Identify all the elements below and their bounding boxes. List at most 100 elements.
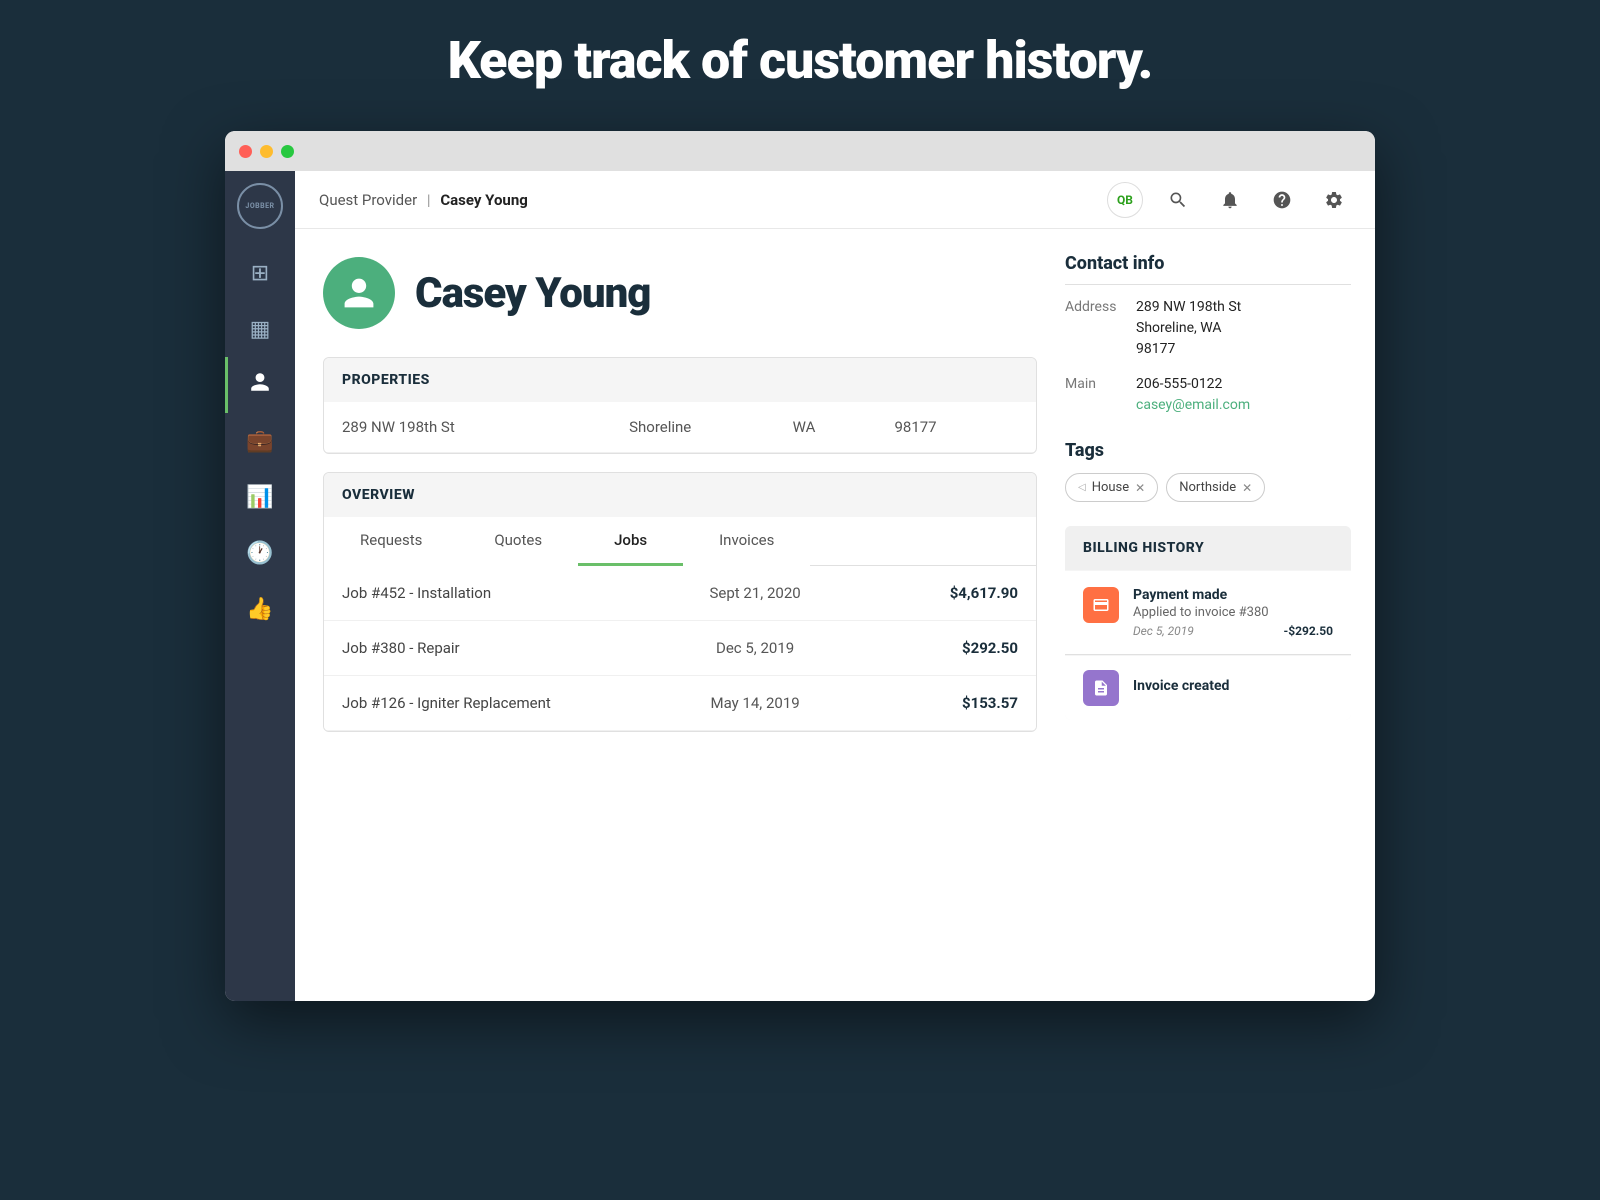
tag-northside-close[interactable]: ✕ [1242,481,1252,495]
billing-payment-item[interactable]: Payment made Applied to invoice #380 Dec… [1065,571,1351,655]
browser-window: JOBBER ⊞ ▦ 💼 📊 [225,131,1375,1001]
payment-icon [1083,587,1119,623]
jobber-logo: JOBBER [237,183,283,229]
main-content: Quest Provider | Casey Young QB [295,171,1375,1001]
breadcrumb-company: Quest Provider [319,191,417,209]
address-label: Address [1065,297,1120,360]
overview-section: OVERVIEW Requests Quotes Jobs Invoices [323,472,1037,732]
contact-info-title: Contact info [1065,253,1351,285]
address-line1: 289 NW 198th St [1136,299,1241,315]
billing-payment-details: Payment made Applied to invoice #380 Dec… [1133,587,1333,638]
sidebar-logo: JOBBER [225,171,295,241]
overview-header: OVERVIEW [324,473,1036,517]
right-panel: Contact info Address 289 NW 198th St Sho… [1065,229,1375,1001]
job-dash-126: - [409,694,417,712]
traffic-light-close[interactable] [239,145,252,158]
tags-container: ◁ House ✕ Northside ✕ [1065,473,1351,502]
billing-payment-meta: Dec 5, 2019 -$292.50 [1133,624,1333,638]
sidebar-item-reviews[interactable]: 👍 [225,581,295,637]
tags-title: Tags [1065,440,1351,461]
job-date-452: Sept 21, 2020 [642,584,867,602]
settings-button[interactable] [1317,183,1351,217]
job-dash-452: - [409,584,417,602]
tag-house[interactable]: ◁ House ✕ [1065,473,1158,502]
address-line3: 98177 [1136,341,1175,357]
customer-name: Casey Young [415,269,650,318]
phone-value: 206-555-0122 casey@email.com [1136,374,1250,416]
address-row: Address 289 NW 198th St Shoreline, WA 98… [1065,297,1351,360]
job-date-126: May 14, 2019 [642,694,867,712]
page-headline: Keep track of customer history. [448,30,1153,91]
calendar-icon: ▦ [250,317,271,342]
sidebar-item-reports[interactable]: 📊 [225,469,295,525]
reviews-icon: 👍 [246,597,273,622]
job-row[interactable]: Job #380 - Repair Dec 5, 2019 $292.50 [324,621,1036,676]
tags-section: Tags ◁ House ✕ Northside ✕ [1065,440,1351,502]
address-line2: Shoreline, WA [1136,320,1222,336]
tab-invoices[interactable]: Invoices [683,517,810,566]
job-desc-126: Igniter Replacement [417,694,551,712]
sidebar-item-calendar[interactable]: ▦ [225,301,295,357]
sidebar: JOBBER ⊞ ▦ 💼 📊 [225,171,295,1001]
history-icon: 🕐 [246,541,273,566]
address-value: 289 NW 198th St Shoreline, WA 98177 [1136,297,1241,360]
phone-row: Main 206-555-0122 casey@email.com [1065,374,1351,416]
traffic-light-maximize[interactable] [281,145,294,158]
content-area: Casey Young PROPERTIES 289 NW 198th St S… [295,229,1375,1001]
job-date-380: Dec 5, 2019 [642,639,867,657]
browser-titlebar [225,131,1375,171]
tag-northside-label: Northside [1179,480,1236,495]
header-actions: QB [1107,182,1351,218]
dashboard-icon: ⊞ [251,261,269,286]
logo-text: JOBBER [245,202,274,210]
sidebar-item-dashboard[interactable]: ⊞ [225,245,295,301]
qb-label: QB [1117,193,1133,207]
quickbooks-button[interactable]: QB [1107,182,1143,218]
property-row[interactable]: 289 NW 198th St Shoreline WA 98177 [324,402,1036,453]
job-name-126: Job #126 - Igniter Replacement [342,694,642,712]
tag-arrow-icon: ◁ [1078,482,1086,493]
breadcrumb-customer: Casey Young [440,191,528,209]
job-row[interactable]: Job #452 - Installation Sept 21, 2020 $4… [324,566,1036,621]
job-row[interactable]: Job #126 - Igniter Replacement May 14, 2… [324,676,1036,731]
properties-section: PROPERTIES 289 NW 198th St Shoreline WA … [323,357,1037,454]
property-city: Shoreline [629,418,753,436]
job-number-126: Job #126 [342,694,406,712]
help-button[interactable] [1265,183,1299,217]
job-desc-452: Installation [417,584,491,602]
jobs-list: Job #452 - Installation Sept 21, 2020 $4… [324,566,1036,731]
notifications-button[interactable] [1213,183,1247,217]
job-name-452: Job #452 - Installation [342,584,642,602]
sidebar-item-history[interactable]: 🕐 [225,525,295,581]
sidebar-item-clients[interactable] [225,357,295,413]
billing-header: BILLING HISTORY [1065,526,1351,570]
job-number-452: Job #452 [342,584,406,602]
billing-invoice-item[interactable]: Invoice created [1065,656,1351,720]
property-zip: 98177 [894,418,1018,436]
tab-quotes[interactable]: Quotes [458,517,578,566]
breadcrumb-separator: | [427,191,431,209]
tag-northside[interactable]: Northside ✕ [1166,473,1265,502]
overview-tabs: Requests Quotes Jobs Invoices [324,517,1036,566]
billing-payment-date: Dec 5, 2019 [1133,624,1194,638]
breadcrumb: Quest Provider | Casey Young [319,191,528,209]
avatar [323,257,395,329]
left-panel: Casey Young PROPERTIES 289 NW 198th St S… [295,229,1065,1001]
traffic-light-minimize[interactable] [260,145,273,158]
tab-requests[interactable]: Requests [324,517,458,566]
app-header: Quest Provider | Casey Young QB [295,171,1375,229]
email-address[interactable]: casey@email.com [1136,395,1250,416]
page-wrapper: Keep track of customer history. JOBBER ⊞ [0,0,1600,1200]
billing-payment-subtitle: Applied to invoice #380 [1133,605,1333,620]
customer-header: Casey Young [323,257,1037,329]
invoice-created-label: Invoice created [1133,670,1229,706]
clients-icon [249,371,271,399]
tag-house-close[interactable]: ✕ [1135,481,1145,495]
property-state: WA [793,418,855,436]
search-button[interactable] [1161,183,1195,217]
billing-payment-title: Payment made [1133,587,1333,603]
sidebar-item-jobs[interactable]: 💼 [225,413,295,469]
tab-jobs[interactable]: Jobs [578,517,683,566]
job-name-380: Job #380 - Repair [342,639,642,657]
tag-house-label: House [1092,480,1129,495]
